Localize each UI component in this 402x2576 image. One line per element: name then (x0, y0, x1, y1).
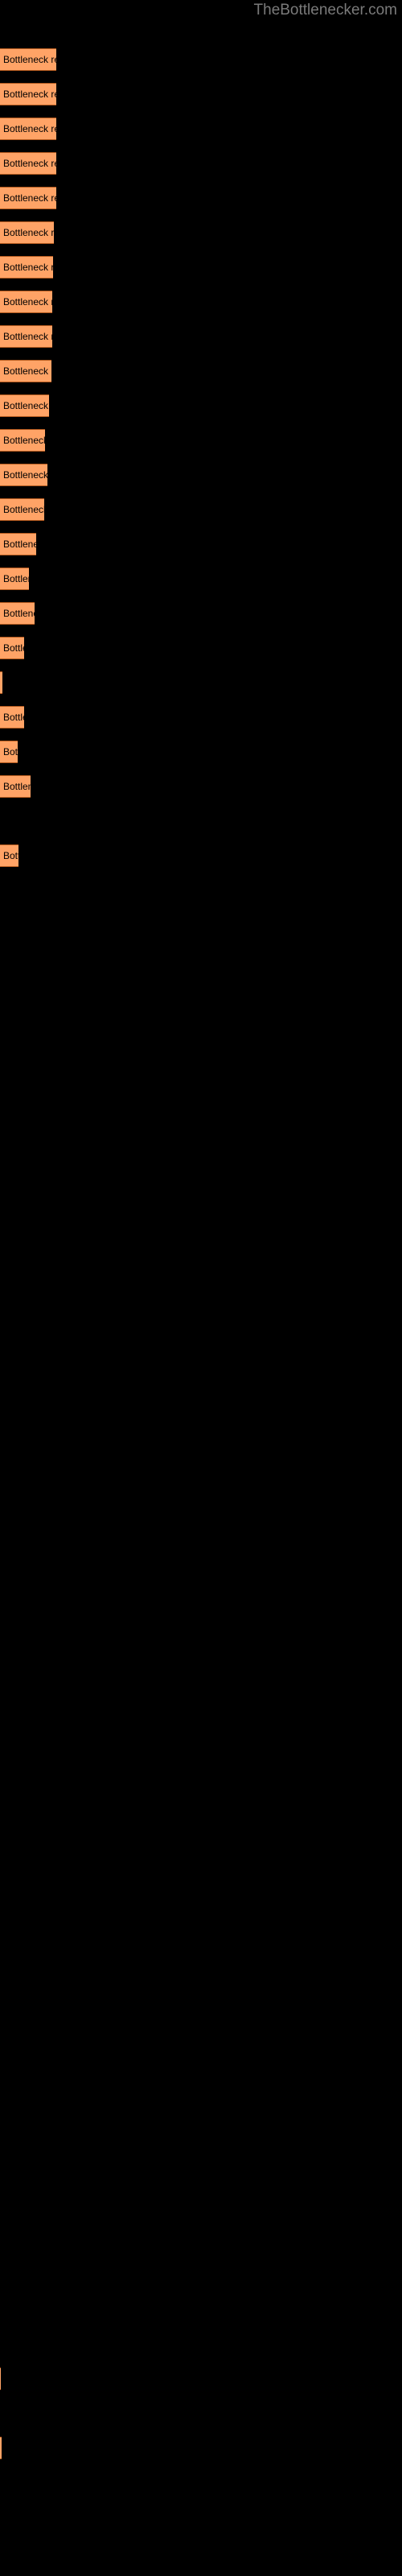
bar[interactable]: Bottleneck result (0, 498, 44, 521)
bar[interactable]: Bottleneck result (0, 706, 24, 729)
bar-label: Bottleneck result (3, 192, 56, 204)
bar[interactable]: Bottleneck result (0, 671, 2, 694)
bar[interactable]: Bottleneck result (0, 844, 19, 867)
bar-label: Bottleneck result (3, 504, 44, 515)
bar[interactable]: Bottleneck result (0, 568, 29, 590)
bar[interactable]: Bottleneck result (0, 602, 35, 625)
bar[interactable]: Bottleneck result (0, 741, 18, 763)
bar-label: Bottleneck result (3, 469, 48, 481)
bar[interactable]: Bottleneck result (0, 291, 52, 313)
bar[interactable]: Bottleneck result (0, 2437, 2, 2459)
bar-label: Bottleneck result (3, 712, 24, 723)
bar-label: Bottleneck result (3, 435, 45, 446)
bar[interactable]: Bottleneck result (0, 83, 57, 105)
bar-label: Bottleneck result (3, 123, 56, 134)
bar-label: Bottleneck result (3, 850, 18, 861)
bar-label: Bottleneck result (3, 54, 56, 65)
bar-label: Bottleneck result (3, 89, 56, 100)
bar[interactable]: Bottleneck result (0, 775, 31, 798)
bar-label: Bottleneck result (3, 331, 52, 342)
bar-label: Bottleneck result (3, 573, 29, 584)
bar-label: Bottleneck result (3, 365, 51, 377)
bar-label: Bottleneck result (3, 781, 31, 792)
bar-label: Bottleneck result (3, 608, 35, 619)
bar[interactable]: Bottleneck result (0, 256, 53, 279)
bar[interactable]: Bottleneck result (0, 221, 54, 244)
bar[interactable]: Bottleneck result (0, 2368, 1, 2390)
bar-label: Bottleneck result (3, 262, 53, 273)
bar-label: Bottleneck result (3, 746, 18, 758)
bar-label: Bottleneck result (3, 296, 52, 308)
bar[interactable]: Bottleneck result (0, 360, 51, 382)
bar-label: Bottleneck result (3, 539, 36, 550)
bar[interactable]: Bottleneck result (0, 152, 57, 175)
bar-label: Bottleneck result (3, 227, 54, 238)
bar[interactable]: Bottleneck result (0, 118, 57, 140)
bar-label: Bottleneck result (3, 400, 49, 411)
horizontal-bar-chart: Bottleneck result Bottleneck result Bottle… (0, 0, 402, 2576)
bar[interactable]: Bottleneck result (0, 637, 24, 659)
bar-label: Bottleneck result (3, 642, 24, 654)
bar[interactable]: Bottleneck result (0, 464, 48, 486)
bar-label: Bottleneck result (3, 158, 56, 169)
bar[interactable]: Bottleneck result (0, 533, 36, 555)
bar[interactable]: Bottleneck result (0, 394, 50, 417)
bar[interactable]: Bottleneck result (0, 187, 57, 209)
bar[interactable]: Bottleneck result (0, 325, 52, 348)
bar[interactable]: Bottleneck result (0, 48, 57, 71)
bar[interactable]: Bottleneck result (0, 429, 45, 452)
